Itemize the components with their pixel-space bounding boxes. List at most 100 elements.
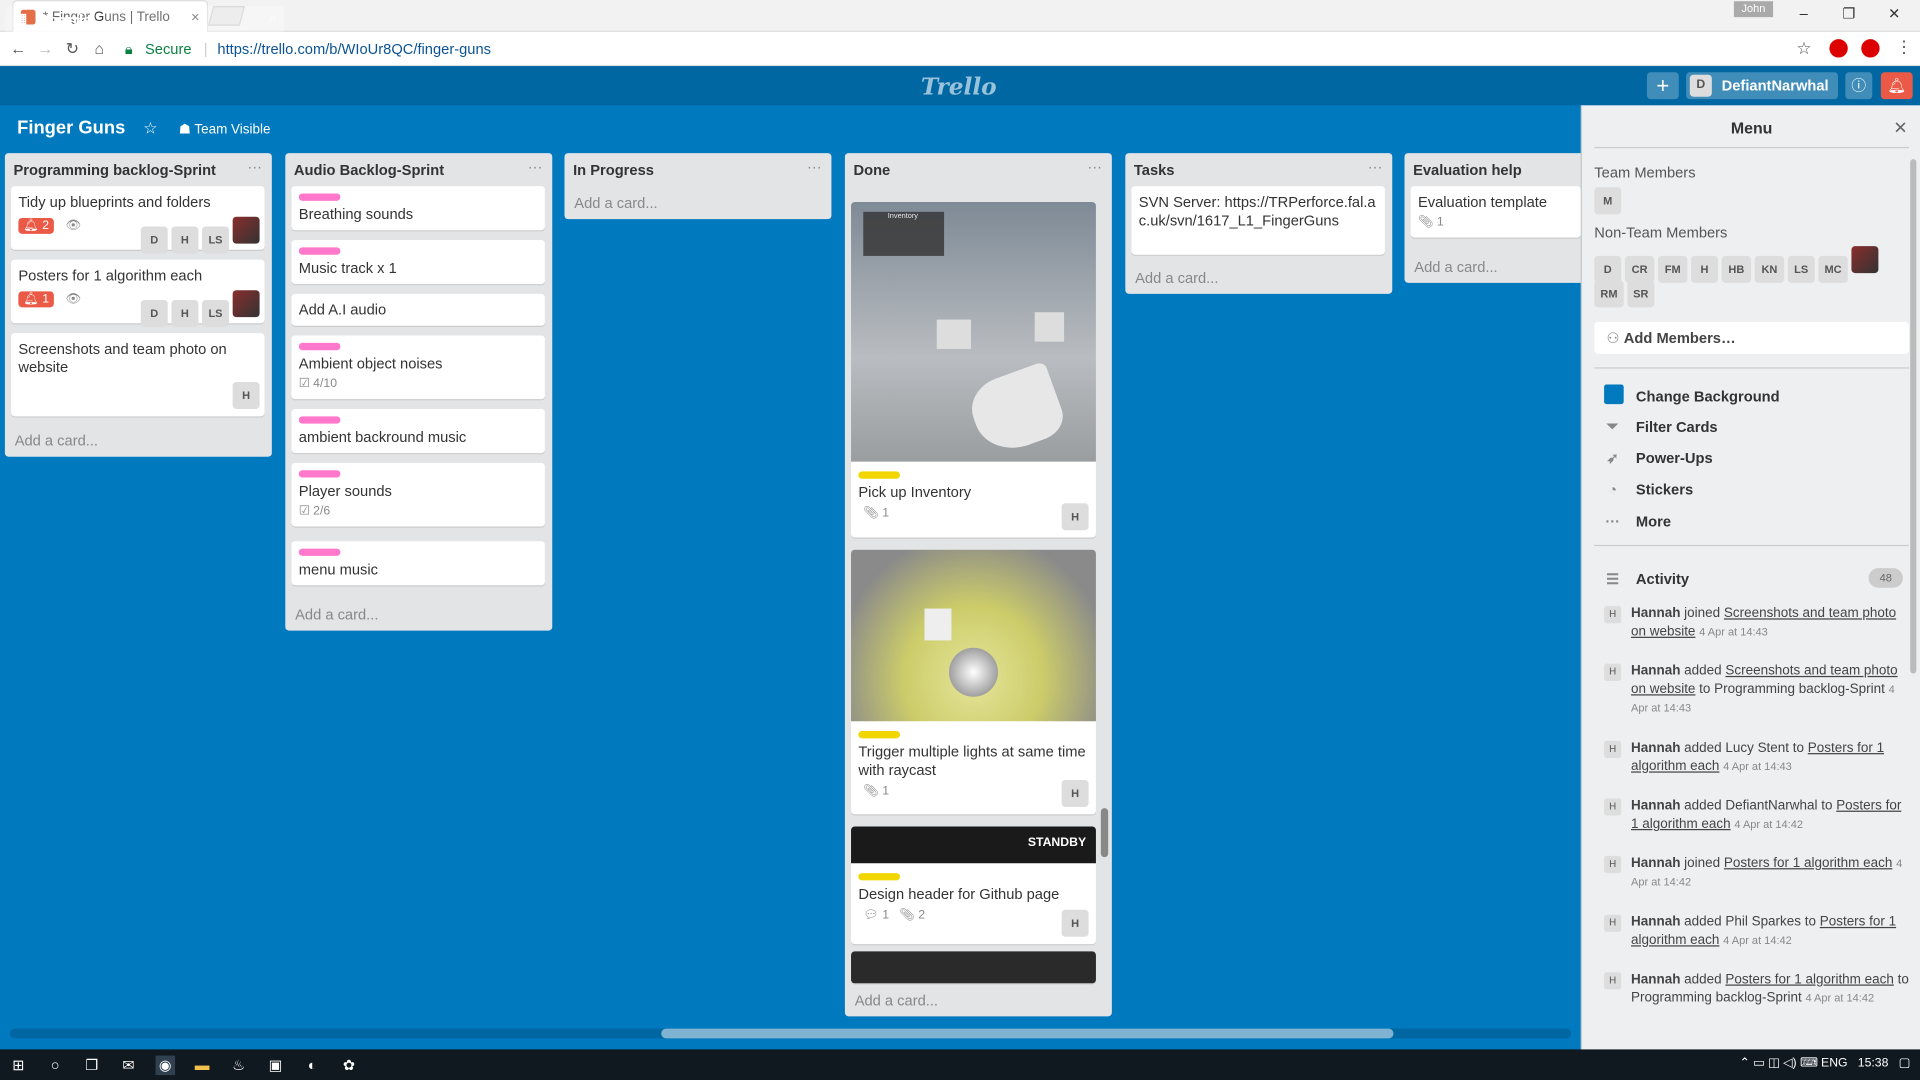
bookmark-star-icon[interactable]: ☆	[1796, 38, 1811, 59]
list-title[interactable]: Done	[853, 162, 890, 179]
activity-time[interactable]: 4 Apr at 14:43	[1699, 626, 1768, 638]
restore-icon[interactable]: ❐	[1837, 5, 1861, 22]
activity-avatar[interactable]: H	[1604, 855, 1622, 874]
activity-user[interactable]: Hannah	[1631, 664, 1680, 679]
omnibox[interactable]: 🔒︎ Secure | https://trello.com/b/WIoUr8Q…	[125, 36, 1822, 63]
add-card-link[interactable]: Add a card...	[1135, 269, 1218, 286]
extension-icon[interactable]	[1829, 39, 1848, 58]
member-avatar[interactable]: SR	[1627, 280, 1655, 308]
notifications-bell-icon[interactable]: 🔔︎	[1880, 72, 1913, 100]
window-user-badge[interactable]: John	[1733, 1, 1774, 18]
member-photo-avatar[interactable]	[1851, 246, 1879, 274]
visibility-button[interactable]: ☗ Team Visible	[179, 121, 271, 137]
list-menu-icon[interactable]: ···	[807, 158, 822, 175]
card[interactable]: menu music	[291, 541, 545, 586]
activity-avatar[interactable]: H	[1604, 972, 1622, 990]
card[interactable]: Inventory Pick up Inventory 📎︎ 1 H	[851, 202, 1096, 538]
member-avatar[interactable]: D	[140, 226, 168, 254]
menu-filter-cards[interactable]: ⏷ Filter Cards	[1604, 418, 1718, 436]
member-avatar[interactable]: LS	[202, 226, 229, 254]
card[interactable]: Posters for 1 algorithm each 🔔︎ 1 👁︎ DHL…	[11, 259, 265, 327]
member-avatar[interactable]: H	[171, 226, 199, 254]
card[interactable]: Ambient object noises ☑ 4/10	[291, 335, 545, 400]
add-members-button[interactable]: ⚇ Add Members…	[1594, 322, 1909, 354]
member-avatar[interactable]: H	[232, 382, 260, 409]
activity-time[interactable]: 4 Apr at 14:42	[1805, 992, 1874, 1004]
forward-icon[interactable]: →	[32, 39, 59, 57]
file-explorer-icon[interactable]: ▬	[192, 1055, 212, 1075]
chrome-icon[interactable]: ◉	[155, 1054, 176, 1075]
add-card-link[interactable]: Add a card...	[855, 992, 938, 1009]
menu-more[interactable]: ··· More	[1604, 513, 1671, 530]
list-menu-icon[interactable]: ···	[1087, 158, 1102, 175]
star-icon[interactable]: ☆	[143, 119, 157, 139]
boards-button[interactable]: ▦ Boards	[4, 6, 96, 34]
activity-user[interactable]: Hannah	[1631, 915, 1680, 930]
activity-user[interactable]: Hannah	[1631, 856, 1680, 871]
close-window-icon[interactable]: ✕	[1882, 5, 1906, 22]
trello-logo[interactable]: Trello	[921, 73, 997, 100]
member-avatar[interactable]: H	[1061, 503, 1089, 531]
card[interactable]: Breathing sounds	[291, 186, 545, 231]
steam-icon[interactable]: ♨	[229, 1055, 249, 1075]
clock[interactable]: 15:38	[1858, 1057, 1889, 1070]
app-icon-3[interactable]: ✿	[339, 1055, 359, 1075]
add-card-link[interactable]: Add a card...	[295, 606, 378, 623]
member-avatar[interactable]: H	[171, 300, 199, 327]
card[interactable]: Music track x 1	[291, 240, 545, 285]
menu-scrollbar[interactable]	[1910, 159, 1917, 674]
app-icon-2[interactable]: ◐	[302, 1055, 322, 1075]
list-menu-icon[interactable]: ···	[247, 158, 262, 175]
activity-avatar[interactable]: H	[1604, 740, 1622, 758]
member-avatar[interactable]: RM	[1594, 280, 1624, 308]
member-avatar[interactable]: H	[1061, 780, 1089, 807]
menu-change-background[interactable]: Change Background	[1604, 384, 1780, 407]
member-photo-avatar[interactable]	[232, 216, 260, 244]
board-title[interactable]: Finger Guns	[17, 118, 125, 139]
list-title[interactable]: In Progress	[573, 162, 654, 179]
menu-power-ups[interactable]: ➶ Power-Ups	[1604, 449, 1713, 466]
card[interactable]: STANDBY Design header for Github page 💬︎…	[851, 826, 1096, 945]
list-title[interactable]: Tasks	[1134, 162, 1175, 179]
card[interactable]: Trigger multiple lights at same time wit…	[851, 549, 1096, 815]
activity-time[interactable]: 4 Apr at 14:42	[1734, 818, 1803, 830]
back-icon[interactable]: ←	[5, 39, 32, 57]
card[interactable]: Add A.I audio	[291, 293, 545, 326]
card[interactable]: ambient backround music	[291, 408, 545, 454]
member-avatar[interactable]: KN	[1754, 255, 1785, 283]
list-title[interactable]: Programming backlog-Sprint	[13, 162, 215, 179]
mail-icon[interactable]: ✉	[119, 1055, 139, 1075]
card[interactable]: Tidy up blueprints and folders 🔔︎ 2 👁︎ D…	[11, 186, 265, 254]
activity-avatar[interactable]: H	[1604, 798, 1622, 816]
reload-icon[interactable]: ↻	[59, 39, 86, 59]
add-card-link[interactable]: Add a card...	[15, 432, 98, 449]
adblock-extension-icon[interactable]	[1861, 39, 1880, 58]
member-avatar[interactable]: H	[1691, 255, 1718, 283]
chrome-menu-icon[interactable]: ⋮	[1896, 37, 1913, 58]
cortana-icon[interactable]: ○	[45, 1055, 65, 1075]
activity-avatar[interactable]: H	[1604, 914, 1622, 932]
member-avatar[interactable]: CR	[1624, 255, 1655, 283]
activity-card-link[interactable]: Posters for 1 algorithm each	[1725, 972, 1893, 987]
create-button[interactable]: +	[1646, 72, 1679, 100]
list-menu-icon[interactable]: ···	[528, 158, 543, 175]
member-avatar[interactable]: H	[1061, 909, 1089, 937]
menu-stickers[interactable]: ◔ Stickers	[1604, 481, 1693, 498]
member-avatar[interactable]: LS	[1787, 255, 1815, 283]
app-icon[interactable]: ▣	[266, 1055, 286, 1075]
add-card-link[interactable]: Add a card...	[574, 195, 657, 212]
card[interactable]: Player sounds ☑ 2/6	[291, 462, 545, 527]
member-avatar[interactable]: HB	[1721, 255, 1752, 283]
search-input[interactable]: ⌕	[105, 6, 285, 34]
member-photo-avatar[interactable]	[232, 290, 260, 318]
activity-user[interactable]: Hannah	[1631, 741, 1680, 756]
activity-user[interactable]: Hannah	[1631, 972, 1680, 987]
list-menu-icon[interactable]: ···	[1368, 158, 1383, 175]
card[interactable]: Evaluation template 📎︎ 1	[1410, 186, 1581, 238]
card[interactable]	[851, 951, 1096, 984]
member-avatar[interactable]: LS	[202, 300, 229, 327]
close-icon[interactable]: ✕	[1893, 118, 1907, 139]
member-avatar[interactable]: D	[1594, 255, 1622, 283]
list-title[interactable]: Audio Backlog-Sprint	[294, 162, 444, 179]
activity-time[interactable]: 4 Apr at 14:43	[1723, 760, 1792, 772]
